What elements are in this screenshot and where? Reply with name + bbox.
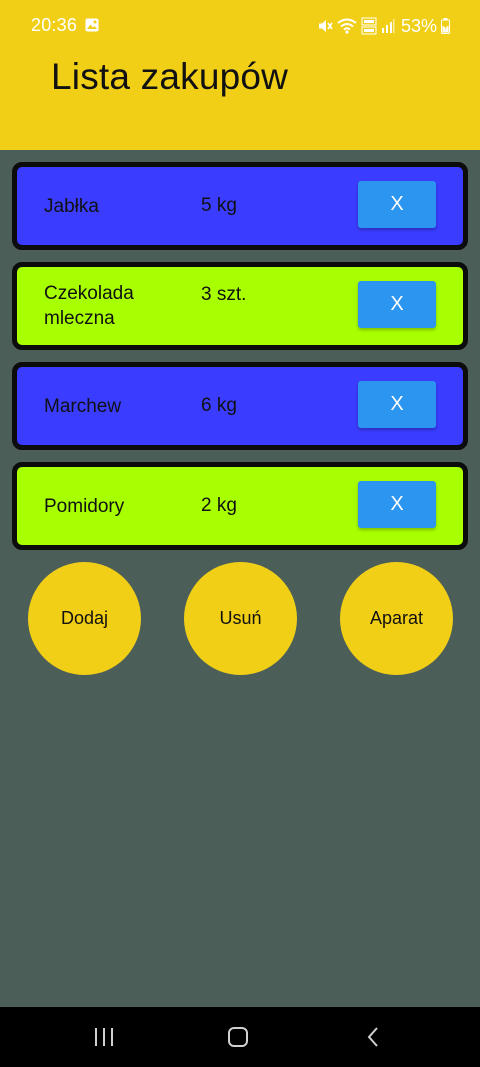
item-name: Jabłka bbox=[44, 195, 99, 217]
item-quantity: 5 kg bbox=[201, 195, 237, 216]
list-item: Czekolada mleczna 3 szt. X bbox=[12, 262, 468, 350]
battery-level: 53% bbox=[400, 15, 437, 36]
gallery-notification-icon bbox=[85, 18, 99, 32]
remove-item-button[interactable]: X bbox=[358, 281, 436, 328]
home-button[interactable] bbox=[223, 1023, 253, 1051]
recents-icon bbox=[95, 1028, 113, 1046]
remove-item-button[interactable]: X bbox=[358, 481, 436, 528]
remove-item-button[interactable]: X bbox=[358, 181, 436, 228]
list-item: Marchew 6 kg X bbox=[12, 362, 468, 450]
page-title: Lista zakupów bbox=[51, 56, 289, 97]
back-button[interactable] bbox=[358, 1023, 388, 1051]
remove-item-button[interactable]: X bbox=[358, 381, 436, 428]
item-quantity: 2 kg bbox=[201, 495, 237, 516]
item-name: Pomidory bbox=[44, 495, 125, 517]
battery-charging-icon bbox=[441, 18, 450, 34]
signal-icon bbox=[381, 19, 395, 33]
item-name: Marchew bbox=[44, 395, 122, 417]
action-buttons: Dodaj Usuń Aparat bbox=[0, 562, 480, 675]
home-icon bbox=[228, 1027, 248, 1047]
mute-icon bbox=[318, 20, 333, 32]
item-quantity: 3 szt. bbox=[201, 284, 247, 305]
item-name: Czekolada mleczna bbox=[44, 283, 134, 329]
status-bar: 20:36 53% bbox=[0, 0, 480, 52]
volte-icon bbox=[361, 17, 377, 35]
delete-button[interactable]: Usuń bbox=[184, 562, 297, 675]
app-header: 20:36 53% Lista zakupów bbox=[0, 0, 480, 150]
camera-button[interactable]: Aparat bbox=[340, 562, 453, 675]
list-item: Jabłka 5 kg X bbox=[12, 162, 468, 250]
list-item: Pomidory 2 kg X bbox=[12, 462, 468, 550]
system-nav-bar bbox=[0, 1007, 480, 1067]
shopping-list: Jabłka 5 kg X Czekolada mleczna 3 szt. X… bbox=[12, 162, 468, 562]
add-button[interactable]: Dodaj bbox=[28, 562, 141, 675]
status-icons: 53% bbox=[317, 15, 450, 37]
status-time: 20:36 bbox=[31, 15, 78, 35]
recents-button[interactable] bbox=[89, 1023, 119, 1051]
wifi-icon bbox=[337, 18, 357, 34]
back-icon bbox=[367, 1027, 378, 1047]
item-quantity: 6 kg bbox=[201, 395, 237, 416]
